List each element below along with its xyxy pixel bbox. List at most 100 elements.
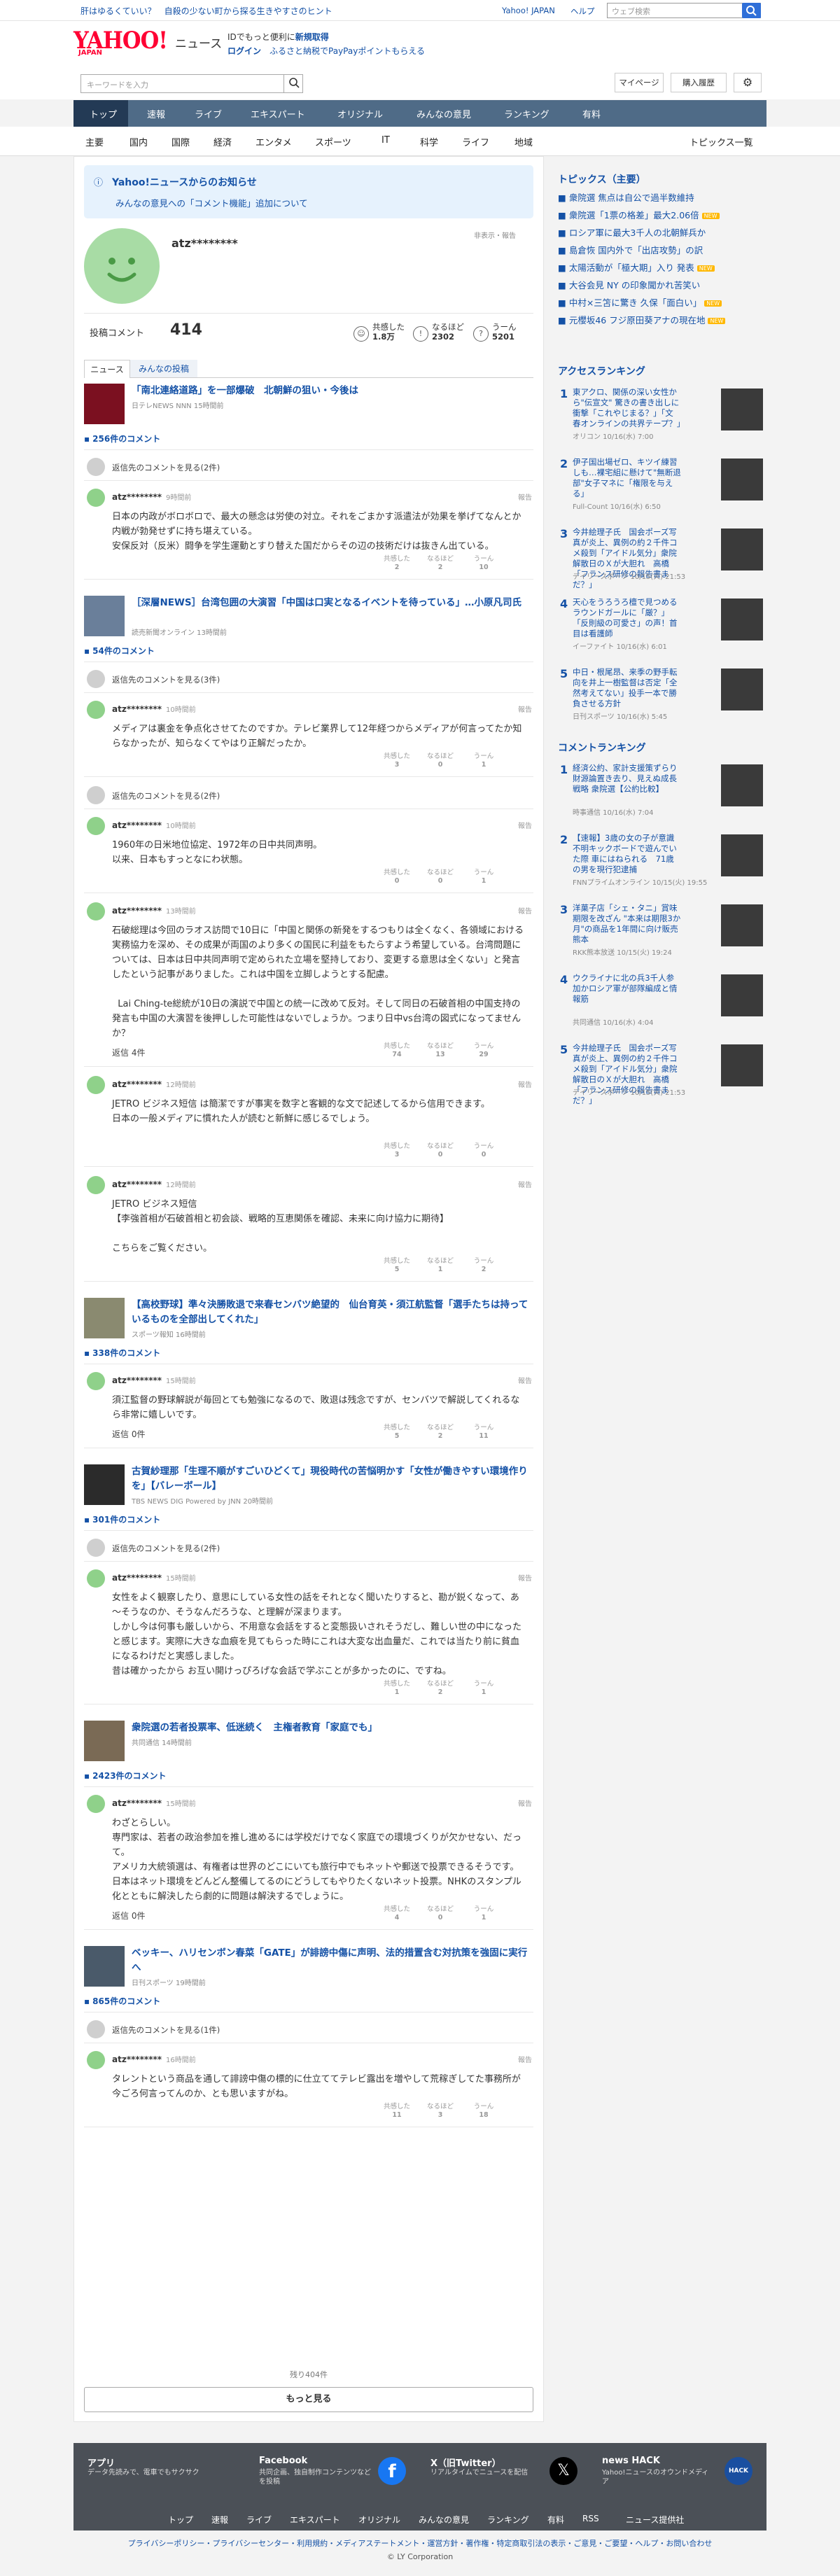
comment-author-name[interactable]: atz******** [112, 1079, 162, 1089]
comment-author[interactable]: atz******** 15時間前 [112, 1375, 196, 1385]
report-link[interactable]: 報告 [518, 1572, 532, 1583]
nav-item-breaking[interactable]: 速報 [147, 107, 165, 120]
reaction-hmm[interactable]: うーん 0 [468, 1142, 500, 1159]
comment-author-name[interactable]: atz******** [112, 1573, 162, 1583]
nav-item-live[interactable]: ライブ [195, 107, 222, 120]
article-thumbnail[interactable] [84, 596, 125, 636]
topics-item[interactable]: ■ 大谷会見 NY の印象聞かれ苦笑い [558, 278, 700, 291]
footer-app-title[interactable]: アプリ [88, 2456, 115, 2469]
reaction-hmm[interactable]: うーん 1 [468, 752, 500, 769]
subnav-item-science[interactable]: 科学 [420, 135, 438, 148]
article-title[interactable]: 古賀紗理那「生理不順がすごいひどくて」現役時代の苦悩明かす「女性が働きやすい環境… [132, 1464, 531, 1494]
reaction-empathy[interactable]: 共感した 3 [381, 752, 413, 769]
comment-count-text[interactable]: 54件のコメント [92, 646, 155, 656]
reaction-hmm[interactable]: うーん 2 [468, 1257, 500, 1274]
see-replies-link[interactable]: 返信先のコメントを見る(3件) [112, 674, 220, 685]
subnav-item-sports[interactable]: スポーツ [315, 135, 351, 148]
comment-count-text[interactable]: 865件のコメント [92, 1996, 160, 2006]
rank-title[interactable]: 経済公約、家計支援策ずらり 財源論置き去り、見えぬ成長戦略 衆院選【公約比較】 [573, 763, 685, 794]
footer-nav-item[interactable]: エキスパート [290, 2514, 340, 2526]
footer-nav-item[interactable]: オリジナル [358, 2514, 400, 2526]
replies-link[interactable]: 返信 0件 [112, 1910, 145, 1921]
keyword-search-button[interactable] [284, 74, 303, 93]
web-search-button[interactable] [742, 3, 761, 18]
comment-author[interactable]: atz******** 10時間前 [112, 820, 196, 830]
footer-nav-item[interactable]: ニュース提供社 [626, 2514, 684, 2526]
tab-posts[interactable]: みんなの投稿 [130, 360, 197, 378]
rank-thumbnail[interactable] [721, 834, 763, 876]
subnav-item-economy[interactable]: 経済 [214, 135, 232, 148]
article-thumbnail[interactable] [84, 384, 125, 424]
comment-author[interactable]: atz******** 15時間前 [112, 1572, 196, 1583]
rank-thumbnail[interactable] [721, 764, 763, 806]
topics-item[interactable]: ■ 島倉恢 国内外で「出店攻勢」の訳 [558, 243, 703, 256]
comment-count-text[interactable]: 301件のコメント [92, 1515, 160, 1525]
rank-title[interactable]: 天心をうろうろ檀で見つめるラウンドガールに「厳？」「反則級の可愛さ」の声！首目は… [573, 597, 681, 639]
comment-count[interactable]: ▪ 301件のコメント [84, 1513, 160, 1525]
comment-count-text[interactable]: 338件のコメント [92, 1348, 160, 1358]
see-replies-link[interactable]: 返信先のコメントを見る(2件) [112, 1543, 220, 1554]
nav-item-original[interactable]: オリジナル [337, 107, 383, 120]
footer-nav-item[interactable]: 速報 [211, 2514, 228, 2526]
topics-item-label[interactable]: 中村×三笘に驚き 久保「面白い」 [569, 298, 701, 308]
replies-link[interactable]: 返信 4件 [112, 1046, 145, 1058]
nav-item-opinion[interactable]: みんなの意見 [416, 107, 471, 120]
reaction-naruhodo[interactable]: なるほど 13 [424, 1042, 456, 1059]
comment-author[interactable]: atz******** 10時間前 [112, 704, 196, 714]
report-link[interactable]: 報告 [518, 1079, 532, 1089]
newshack-icon[interactable]: HACK [724, 2457, 752, 2485]
report-link[interactable]: 報告 [518, 1179, 532, 1189]
reaction-hmm[interactable]: うーん 29 [468, 1042, 500, 1059]
footer-x-title[interactable]: X（旧Twitter） [430, 2456, 501, 2469]
topics-item-label[interactable]: 大谷会見 NY の印象聞かれ苦笑い [569, 280, 700, 290]
subnav-item-main[interactable]: 主要 [85, 135, 104, 148]
web-search-input[interactable]: ウェブ検索 [607, 3, 761, 18]
report-link[interactable]: 報告 [518, 1375, 532, 1385]
rank-title[interactable]: 中日・根尾昂、来季の野手転向を井上一樹監督は否定「全然考えてない」投手一本で勝負… [573, 667, 681, 709]
comment-author[interactable]: atz******** 16時間前 [112, 2054, 196, 2064]
settings-button[interactable]: ⚙ [734, 73, 762, 92]
reaction-naruhodo[interactable]: なるほど 0 [424, 752, 456, 769]
rank-thumbnail[interactable] [721, 904, 763, 946]
comment-author-name[interactable]: atz******** [112, 1376, 162, 1385]
topics-item[interactable]: ■ 衆院選 焦点は自公で過半数維持 [558, 190, 694, 204]
promo-link[interactable]: 肝はゆるくていい？ 自殺の少ない町から探る生きやすさのヒント [80, 5, 332, 17]
x-icon[interactable]: 𝕏 [550, 2457, 578, 2485]
comment-count-text[interactable]: 256件のコメント [92, 434, 160, 444]
reaction-hmm[interactable]: うーん 1 [468, 1680, 500, 1697]
reaction-hmm[interactable]: うーん 1 [468, 1905, 500, 1922]
keyword-search-input[interactable]: キーワードを入力 [80, 74, 303, 93]
comment-author[interactable]: atz******** 9時間前 [112, 491, 191, 502]
nav-item-top[interactable]: トップ [90, 107, 117, 120]
topics-item[interactable]: ■ 衆院選「1票の格差」最大2.06倍 NEW [558, 208, 720, 221]
article-thumbnail[interactable] [84, 1298, 125, 1338]
reaction-naruhodo[interactable]: なるほど 2 [424, 1680, 456, 1697]
rank-thumbnail[interactable] [721, 974, 763, 1016]
show-more-button[interactable]: もっと見る [84, 2387, 533, 2412]
topics-item[interactable]: ■ 元櫻坂46 フジ原田葵アナの現在地 NEW [558, 313, 726, 326]
footer-nav-item[interactable]: トップ [168, 2514, 193, 2526]
comment-count[interactable]: ▪ 256件のコメント [84, 433, 160, 444]
reaction-empathy[interactable]: 共感した 3 [381, 1142, 413, 1159]
report-link[interactable]: 報告 [518, 1798, 532, 1808]
reaction-hmm[interactable]: うーん 10 [468, 555, 500, 572]
login-link[interactable]: ログイン [227, 46, 261, 56]
comment-author[interactable]: atz******** 13時間前 [112, 905, 196, 916]
article-thumbnail[interactable] [84, 1946, 125, 1987]
topics-list-link[interactable]: トピックス一覧 [690, 135, 753, 148]
nav-item-paid[interactable]: 有料 [582, 107, 601, 120]
yahoo-japan-link[interactable]: Yahoo! JAPAN [502, 6, 555, 15]
report-link[interactable]: 報告 [518, 905, 532, 916]
rank-title[interactable]: 東アクロ、関係の深い女性から"伝宣文" 驚きの書き出しに衝撃「これやじまる？」「… [573, 387, 685, 429]
reaction-empathy[interactable]: 共感した 2 [381, 555, 413, 572]
paypay-promo-link[interactable]: ふるさと納税でPayPayポイントもらえる [270, 46, 425, 56]
topics-item-label[interactable]: 元櫻坂46 フジ原田葵アナの現在地 [569, 315, 706, 326]
reaction-empathy[interactable]: 共感した 4 [381, 1905, 413, 1922]
reaction-naruhodo[interactable]: なるほど 2 [424, 1424, 456, 1441]
reaction-hmm[interactable]: うーん 18 [468, 2103, 500, 2120]
reaction-hmm[interactable]: うーん 1 [468, 869, 500, 886]
see-replies-link[interactable]: 返信先のコメントを見る(2件) [112, 462, 220, 473]
reaction-naruhodo[interactable]: なるほど 0 [424, 869, 456, 886]
see-replies-link[interactable]: 返信先のコメントを見る(1件) [112, 2024, 220, 2036]
rank-title[interactable]: 【速報】3歳の女の子が意識不明キックボードで遊んでいた際 車にはねられる 71歳… [573, 833, 681, 875]
